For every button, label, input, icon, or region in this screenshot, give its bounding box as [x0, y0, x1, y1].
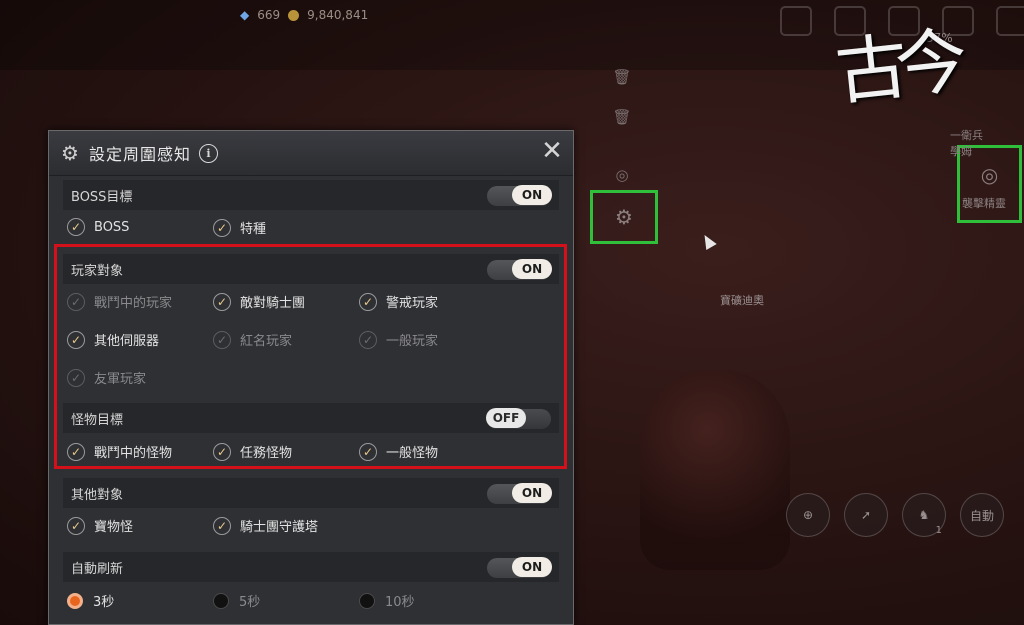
option-special[interactable]: ✓ 特種 [213, 218, 266, 237]
section-boss: BOSS目標 ON [63, 180, 559, 210]
toggle-state: ON [512, 557, 552, 577]
radio-3-seconds[interactable]: 3秒 [67, 591, 114, 610]
panel-title: 設定周圍感知 [88, 145, 191, 164]
section-auto-refresh: 自動刷新 ON [63, 552, 559, 582]
radio-icon [213, 592, 229, 609]
option-label: 特種 [240, 222, 267, 237]
gear-icon: ⚙ [61, 141, 79, 165]
auto-target-label: 襲擊精靈 [962, 197, 1006, 210]
option-label: 3秒 [93, 595, 115, 610]
gold-coin-icon [288, 9, 300, 21]
crosshair-icon[interactable]: ◎ [981, 163, 998, 187]
target-icon[interactable]: ◎ [612, 166, 632, 184]
section-other: 其他對象 ON [63, 478, 559, 508]
info-icon[interactable]: i [198, 143, 218, 163]
trash-all-icon[interactable]: 🗑 [612, 108, 632, 126]
gem-icon: ◆ [240, 8, 250, 22]
option-label: 5秒 [239, 595, 261, 610]
section-label: 其他對象 [71, 487, 124, 503]
check-icon: ✓ [67, 218, 85, 236]
option-label: BOSS [94, 219, 130, 235]
option-label: 寶物怪 [94, 520, 134, 535]
other-toggle[interactable]: ON [487, 483, 552, 504]
npc-labels: 一衛兵 學姆 [950, 128, 983, 160]
skill-count: 1 [935, 525, 942, 536]
radio-icon [67, 592, 83, 609]
close-icon[interactable]: ✕ [539, 138, 565, 165]
dash-skill-button[interactable]: ➚ [844, 493, 888, 537]
section-label: BOSS目標 [71, 189, 133, 205]
detect-gear-icon[interactable]: ⚙ [615, 205, 633, 229]
mount-skill-button[interactable]: ♞ 1 [902, 493, 946, 537]
skill-buttons: ⊕ ➚ ♞ 1 自動 [786, 493, 1004, 537]
menu-icon-1[interactable] [780, 6, 812, 36]
check-icon: ✓ [213, 218, 231, 237]
npc-label-1: 一衛兵 [950, 129, 983, 142]
radio-5-seconds[interactable]: 5秒 [213, 591, 260, 610]
npc-label-2: 學姆 [950, 145, 972, 158]
map-location-label: 寶礦迪奧 [720, 294, 764, 307]
toggle-state: ON [512, 185, 552, 205]
check-icon: ✓ [213, 516, 231, 535]
logo-text: 古今 [831, 18, 960, 116]
option-label: 騎士團守護塔 [240, 520, 319, 535]
currency-bar: ◆ 669 9,840,841 [240, 8, 368, 22]
auto-button[interactable]: 自動 [960, 493, 1004, 537]
check-icon: ✓ [67, 516, 85, 535]
menu-icon-5[interactable] [996, 6, 1024, 36]
gold-count: 9,840,841 [307, 8, 369, 22]
option-guard-tower[interactable]: ✓ 騎士團守護塔 [213, 516, 318, 535]
player-monster-highlight [54, 244, 567, 469]
radio-10-seconds[interactable]: 10秒 [359, 591, 415, 610]
target-skill-button[interactable]: ⊕ [786, 493, 830, 537]
option-treasure-monster[interactable]: ✓ 寶物怪 [67, 516, 133, 535]
boss-toggle[interactable]: ON [487, 185, 552, 206]
gem-count: 669 [257, 8, 281, 22]
nearby-detect-highlight: ⚙ [590, 190, 658, 244]
toggle-state: ON [512, 483, 552, 503]
watermark-logo: 古今 [832, 8, 975, 148]
refresh-toggle[interactable]: ON [487, 557, 552, 578]
section-label: 自動刷新 [71, 561, 124, 577]
option-boss[interactable]: ✓ BOSS [67, 218, 129, 236]
character-silhouette [640, 370, 790, 570]
panel-header: ⚙ 設定周圍感知 i [49, 131, 573, 176]
trash-icon[interactable]: 🗑 [612, 68, 632, 86]
radio-icon [359, 592, 375, 609]
option-label: 10秒 [385, 595, 415, 610]
